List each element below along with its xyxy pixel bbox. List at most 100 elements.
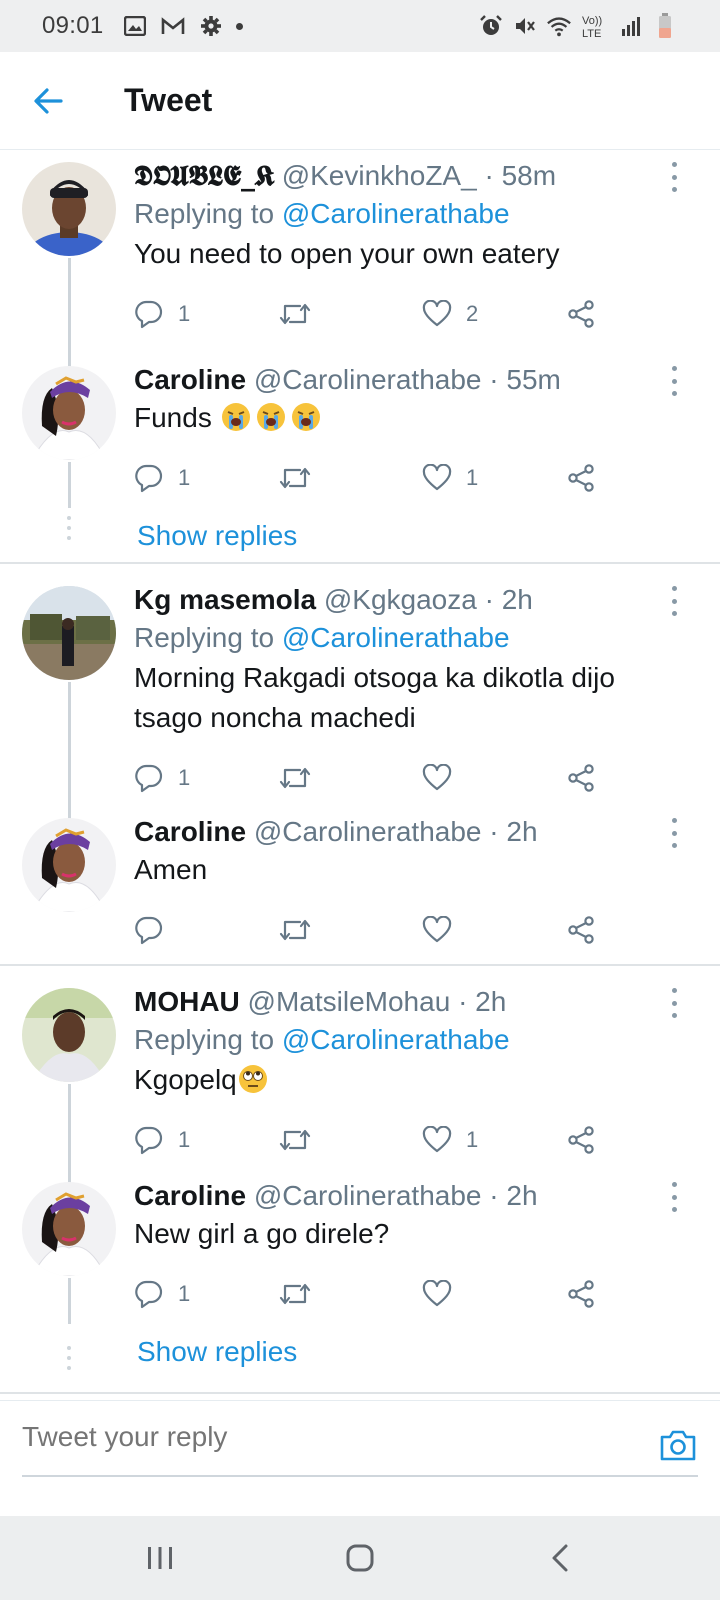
heart-icon xyxy=(422,464,452,491)
reply-button[interactable]: 1 xyxy=(134,763,278,793)
mute-icon xyxy=(512,13,538,39)
avatar[interactable] xyxy=(22,366,116,460)
app-header: Tweet xyxy=(0,52,720,150)
mention-link[interactable]: @Carolinerathabe xyxy=(282,622,510,653)
tweet-reply-input[interactable] xyxy=(22,1421,622,1453)
tweet[interactable]: Kg masemola @Kgkgaoza · 2h Replying to @… xyxy=(0,564,720,822)
tweet-actions: 1 xyxy=(134,1272,680,1316)
tweet[interactable]: Caroline @Carolinerathabe · 2h New girl … xyxy=(0,1170,720,1324)
author-handle[interactable]: @MatsileMohau xyxy=(248,986,451,1017)
reply-button[interactable]: 1 xyxy=(134,1279,278,1309)
share-button[interactable] xyxy=(566,1125,596,1155)
like-button[interactable] xyxy=(422,1280,566,1308)
author-name[interactable]: 𝕯𝕺𝖀𝕭𝕷𝕰_𝕶 xyxy=(134,159,274,192)
reply-icon xyxy=(135,464,163,493)
author-handle[interactable]: @Carolinerathabe xyxy=(254,816,482,847)
tweet-time: 2h xyxy=(506,1180,538,1211)
tweet-text: New girl a go direle? xyxy=(134,1218,390,1249)
volte-icon: Vo)) LTE xyxy=(580,13,610,39)
reply-thread: 𝕯𝕺𝖀𝕭𝕷𝕰_𝕶 @KevinkhoZA_ · 58m Replying to … xyxy=(0,150,720,564)
avatar[interactable] xyxy=(22,988,116,1082)
reply-thread: Kg masemola @Kgkgaoza · 2h Replying to @… xyxy=(0,564,720,966)
tweet[interactable]: Caroline @Carolinerathabe · 2h Amen xyxy=(0,806,720,966)
show-replies-link[interactable]: Show replies xyxy=(0,1324,720,1380)
reply-button[interactable]: 1 xyxy=(134,1125,278,1155)
heart-icon xyxy=(422,1280,452,1307)
more-options-button[interactable] xyxy=(662,162,686,192)
author-handle[interactable]: @Kgkgaoza xyxy=(324,584,477,615)
replying-label: Replying to xyxy=(134,1024,275,1055)
tweet-text-line-1: Morning Rakgadi otsoga ka dikotla dijo xyxy=(134,662,615,693)
author-handle[interactable]: @KevinkhoZA_ xyxy=(282,160,477,191)
share-button[interactable] xyxy=(566,763,596,793)
avatar[interactable] xyxy=(22,818,116,912)
author-name[interactable]: Caroline xyxy=(134,1180,246,1211)
tweet[interactable]: MOHAU @MatsileMohau · 2h Replying to @Ca… xyxy=(0,966,720,1184)
reply-count: 1 xyxy=(178,301,191,326)
camera-icon xyxy=(660,1430,696,1461)
author-handle[interactable]: @Carolinerathabe xyxy=(254,1180,482,1211)
show-replies-link[interactable]: Show replies xyxy=(0,508,720,564)
retweet-button[interactable] xyxy=(278,764,422,792)
author-name[interactable]: MOHAU xyxy=(134,986,240,1017)
tweet[interactable]: 𝕯𝕺𝖀𝕭𝕷𝕰_𝕶 @KevinkhoZA_ · 58m Replying to … xyxy=(0,150,720,368)
retweet-button[interactable] xyxy=(278,300,422,328)
avatar[interactable] xyxy=(22,1182,116,1276)
settings-icon xyxy=(198,13,224,39)
svg-text:Vo)): Vo)) xyxy=(582,15,602,27)
back-arrow-icon xyxy=(34,87,63,114)
like-count: 1 xyxy=(466,465,479,490)
reply-button[interactable]: 1 xyxy=(134,463,278,493)
heart-icon xyxy=(422,764,452,791)
tweet-time: 55m xyxy=(506,364,561,395)
system-navigation-bar xyxy=(0,1516,720,1600)
reply-count: 1 xyxy=(178,765,191,790)
retweet-button[interactable] xyxy=(278,464,422,492)
more-options-button[interactable] xyxy=(662,586,686,616)
retweet-icon xyxy=(279,467,311,489)
author-name[interactable]: Kg masemola xyxy=(134,584,316,615)
recent-apps-button[interactable] xyxy=(130,1528,190,1588)
like-button[interactable] xyxy=(422,916,566,944)
reply-button[interactable]: 1 xyxy=(134,299,278,329)
more-options-button[interactable] xyxy=(662,1182,686,1212)
like-button[interactable] xyxy=(422,764,566,792)
more-options-button[interactable] xyxy=(662,818,686,848)
reply-count: 1 xyxy=(178,465,191,490)
author-name[interactable]: Caroline xyxy=(134,364,246,395)
reply-button[interactable] xyxy=(134,915,278,945)
share-icon xyxy=(568,464,594,492)
share-button[interactable] xyxy=(566,915,596,945)
share-button[interactable] xyxy=(566,1279,596,1309)
retweet-button[interactable] xyxy=(278,1280,422,1308)
retweet-button[interactable] xyxy=(278,916,422,944)
recent-apps-icon xyxy=(148,1547,172,1569)
back-nav-button[interactable] xyxy=(530,1528,590,1588)
mention-link[interactable]: @Carolinerathabe xyxy=(282,198,510,229)
more-options-button[interactable] xyxy=(662,988,686,1018)
avatar[interactable] xyxy=(22,586,116,680)
like-button[interactable]: 1 xyxy=(422,1126,566,1154)
more-options-button[interactable] xyxy=(662,366,686,396)
like-button[interactable]: 1 xyxy=(422,464,566,492)
author-handle[interactable]: @Carolinerathabe xyxy=(254,364,482,395)
loudly-crying-face-icon xyxy=(291,403,320,431)
wifi-icon xyxy=(546,13,572,39)
author-name[interactable]: Caroline xyxy=(134,816,246,847)
share-button[interactable] xyxy=(566,463,596,493)
back-button[interactable] xyxy=(18,71,78,131)
share-button[interactable] xyxy=(566,299,596,329)
avatar[interactable] xyxy=(22,162,116,256)
tweet[interactable]: Caroline @Carolinerathabe · 55m Funds 1 xyxy=(0,354,720,508)
heart-icon xyxy=(422,300,452,327)
mention-link[interactable]: @Carolinerathabe xyxy=(282,1024,510,1055)
retweet-button[interactable] xyxy=(278,1126,422,1154)
alarm-icon xyxy=(478,13,504,39)
like-button[interactable]: 2 xyxy=(422,300,566,328)
heart-icon xyxy=(422,916,452,943)
replying-label: Replying to xyxy=(134,622,275,653)
home-button[interactable] xyxy=(330,1528,390,1588)
tweet-feed[interactable]: 𝕯𝕺𝖀𝕭𝕷𝕰_𝕶 @KevinkhoZA_ · 58m Replying to … xyxy=(0,150,720,1412)
camera-button[interactable] xyxy=(658,1425,698,1465)
tweet-text: Amen xyxy=(134,854,208,885)
